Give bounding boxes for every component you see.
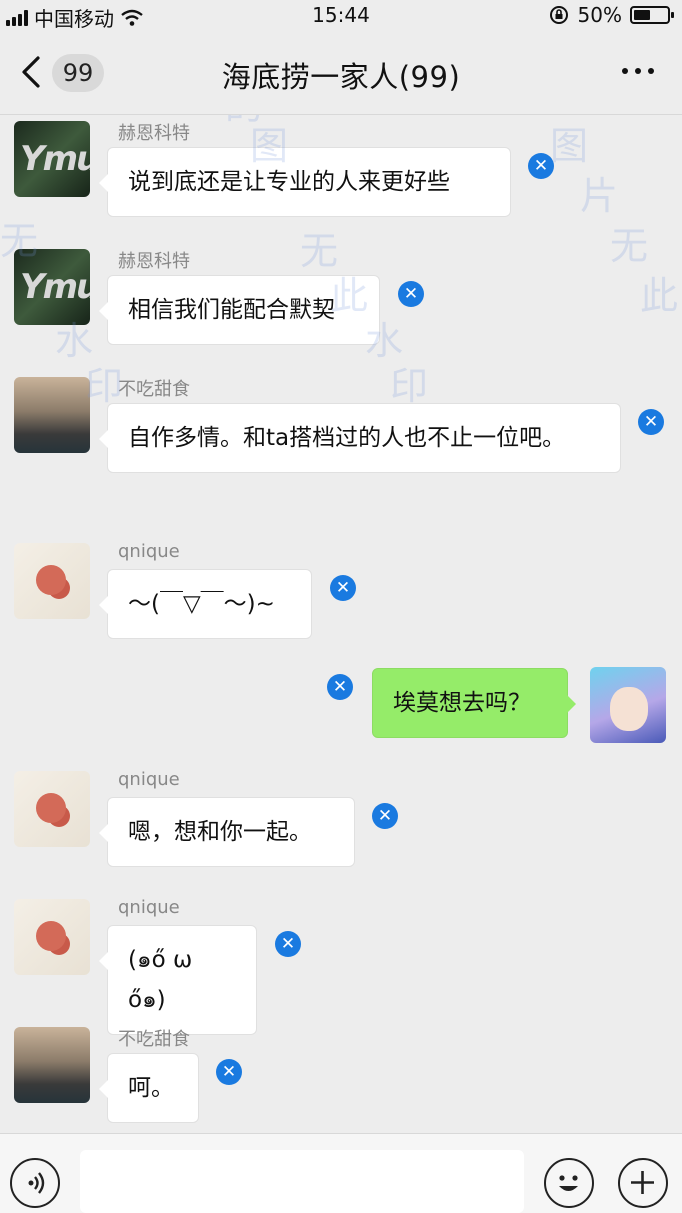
sender-name: 不吃甜食 <box>118 379 190 400</box>
chat-title: 海底捞一家人(99) <box>221 60 461 94</box>
delete-icon[interactable]: ✕ <box>327 674 353 700</box>
delete-icon[interactable]: ✕ <box>216 1059 242 1085</box>
delete-icon[interactable]: ✕ <box>528 153 554 179</box>
voice-input-icon[interactable] <box>10 1158 60 1208</box>
message-item: qnique (๑ő ω ő๑) ✕ <box>0 893 682 1035</box>
message-item: Ymu 赫恩科特 相信我们能配合默契 ✕ <box>0 243 682 363</box>
message-bubble[interactable]: 埃莫想去吗？ <box>372 668 576 738</box>
status-bar: 中国移动 15:44 50% <box>0 0 682 31</box>
input-bar <box>0 1133 682 1213</box>
avatar[interactable] <box>14 899 90 975</box>
message-bubble[interactable]: 说到底还是让专业的人来更好些 <box>99 147 511 217</box>
sender-name: 赫恩科特 <box>118 123 190 144</box>
battery-icon <box>630 6 674 24</box>
nav-bar: 99 海底捞一家人(99) <box>0 30 682 115</box>
sender-name: 赫恩科特 <box>118 251 190 272</box>
message-item: 不吃甜食 自作多情。和ta搭档过的人也不止一位吧。 ✕ <box>0 371 682 521</box>
sender-name: qnique <box>118 769 180 790</box>
message-item: qnique ～(￣▽￣～)~ ✕ <box>0 537 682 657</box>
emoji-icon[interactable] <box>544 1158 594 1208</box>
rotation-lock-icon <box>549 6 568 24</box>
avatar[interactable] <box>14 543 90 619</box>
delete-icon[interactable]: ✕ <box>398 281 424 307</box>
message-bubble[interactable]: ～(￣▽￣～)~ <box>99 569 312 639</box>
delete-icon[interactable]: ✕ <box>275 931 301 957</box>
message-item: qnique 嗯，想和你一起。 ✕ <box>0 765 682 885</box>
message-bubble[interactable]: 嗯，想和你一起。 <box>99 797 355 867</box>
avatar[interactable]: Ymu <box>14 121 90 197</box>
avatar[interactable] <box>14 771 90 847</box>
message-item: 不吃甜食 呵。 ✕ <box>0 1021 682 1133</box>
message-item: Ymu 赫恩科特 说到底还是让专业的人来更好些 ✕ <box>0 115 682 235</box>
message-item: 埃莫想去吗？ ✕ <box>0 665 682 765</box>
delete-icon[interactable]: ✕ <box>372 803 398 829</box>
avatar[interactable] <box>14 377 90 453</box>
sender-name: 不吃甜食 <box>118 1029 190 1050</box>
avatar[interactable] <box>590 667 666 743</box>
message-input[interactable] <box>80 1150 524 1213</box>
sender-name: qnique <box>118 897 180 918</box>
delete-icon[interactable]: ✕ <box>638 409 664 435</box>
message-bubble[interactable]: (๑ő ω ő๑) <box>99 925 257 1035</box>
message-bubble[interactable]: 自作多情。和ta搭档过的人也不止一位吧。 <box>99 403 621 473</box>
sender-name: qnique <box>118 541 180 562</box>
battery-level <box>634 10 650 20</box>
message-bubble[interactable]: 呵。 <box>99 1053 199 1123</box>
avatar[interactable]: Ymu <box>14 249 90 325</box>
add-attachment-icon[interactable] <box>618 1158 668 1208</box>
battery-percent: 50% <box>577 3 622 27</box>
chat-list[interactable]: Ymu 赫恩科特 说到底还是让专业的人来更好些 ✕ Ymu 赫恩科特 相信我们能… <box>0 115 682 1133</box>
more-options-icon[interactable] <box>622 68 654 74</box>
avatar[interactable] <box>14 1027 90 1103</box>
delete-icon[interactable]: ✕ <box>330 575 356 601</box>
message-bubble[interactable]: 相信我们能配合默契 <box>99 275 380 345</box>
